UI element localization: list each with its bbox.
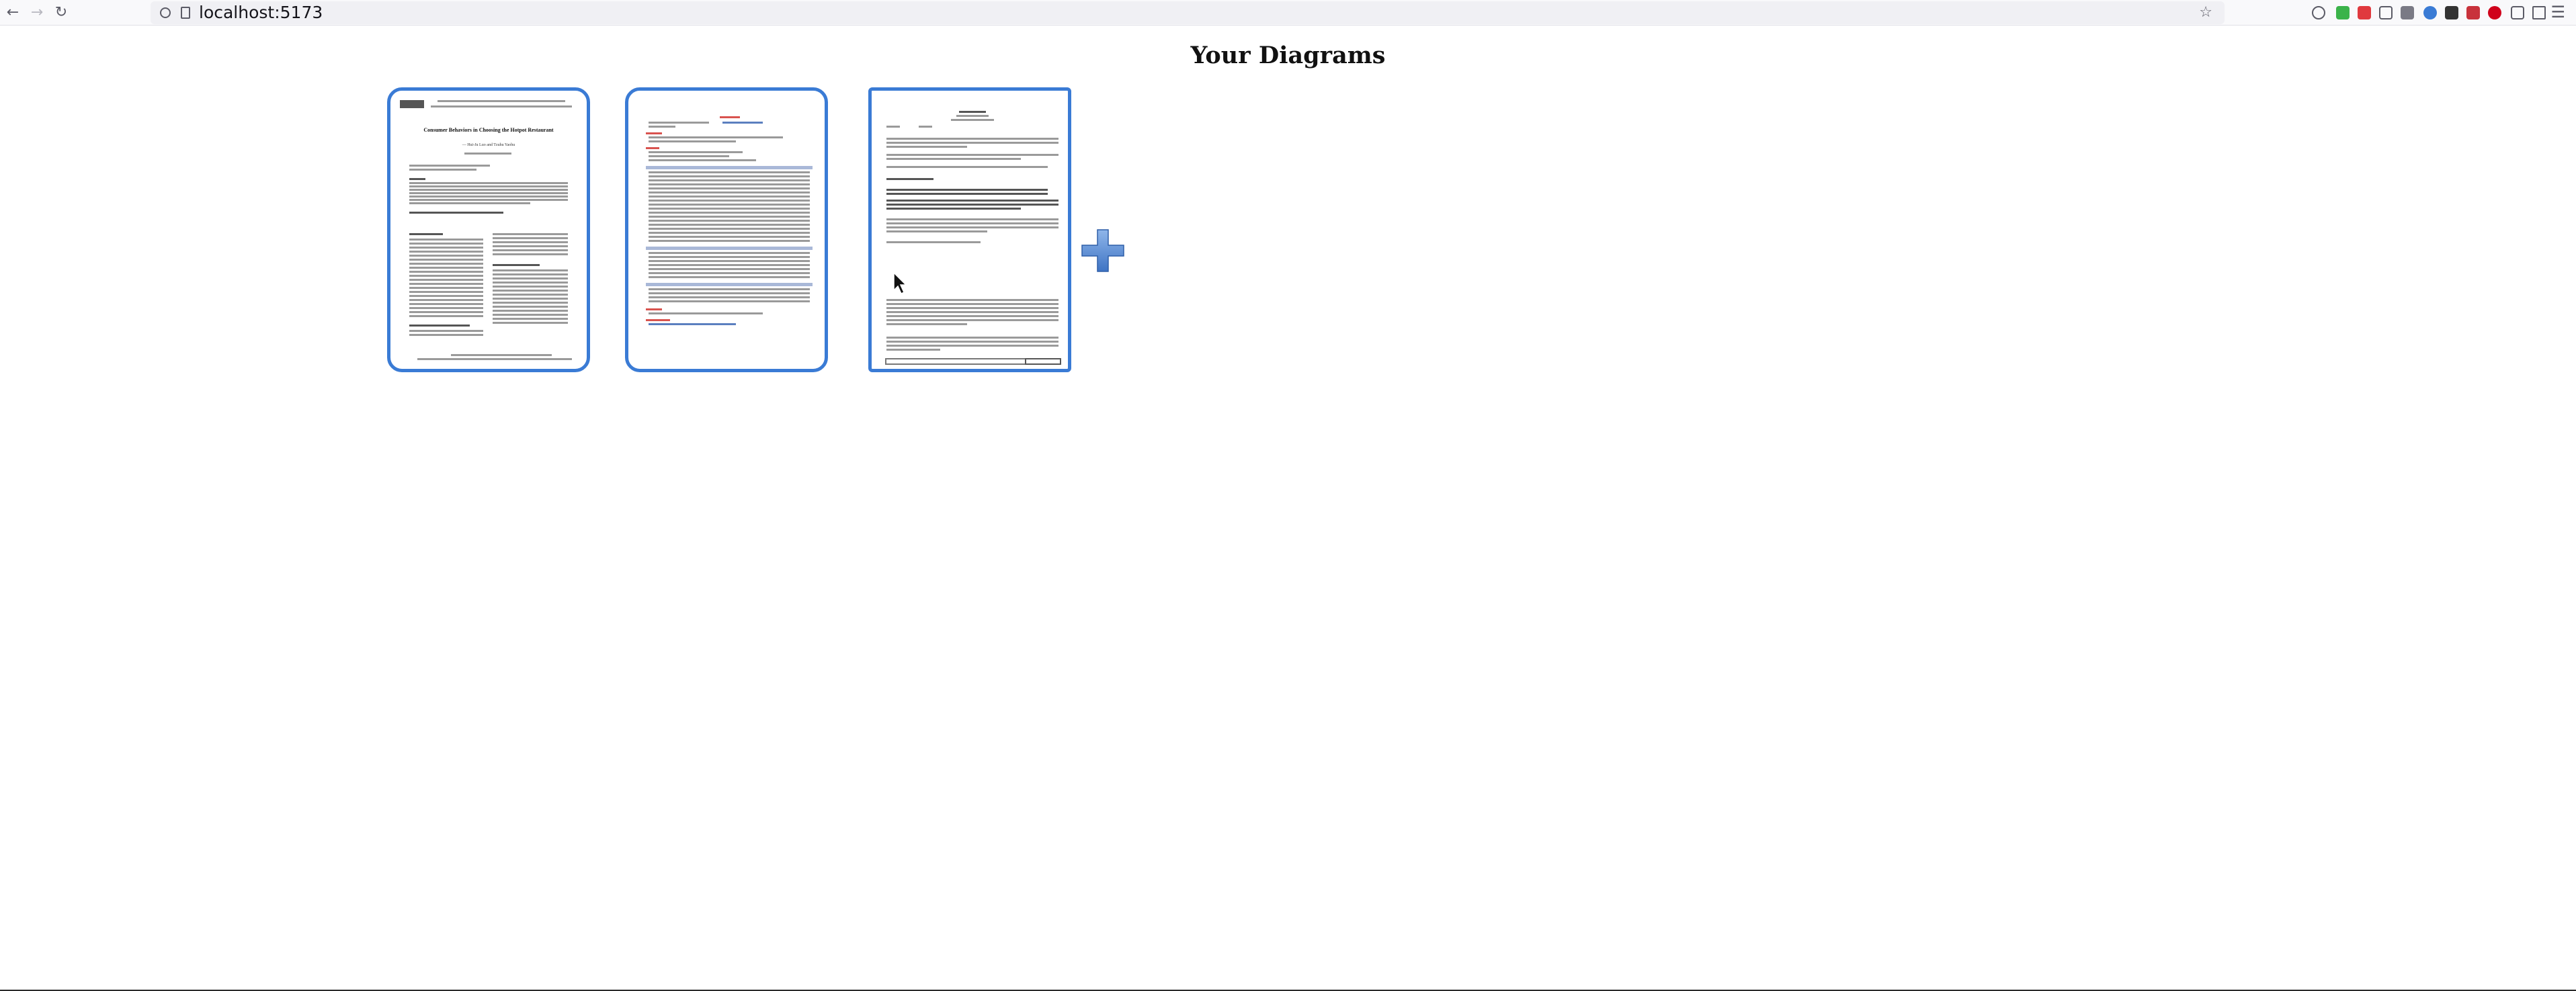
extension-icon[interactable]: [2445, 6, 2458, 19]
extension-icon[interactable]: [2312, 6, 2325, 19]
extension-icon[interactable]: [2358, 6, 2371, 19]
menu-icon[interactable]: ☰: [2550, 3, 2565, 21]
diagram-card[interactable]: [625, 87, 828, 372]
extension-icon[interactable]: [2488, 6, 2501, 19]
extension-icon[interactable]: [2401, 6, 2414, 19]
diagram-card[interactable]: Consumer Behaviors in Choosing the Hotpo…: [387, 87, 590, 372]
extension-icon[interactable]: [2466, 6, 2480, 19]
extension-icon[interactable]: [2379, 6, 2393, 19]
diagram-thumbnail: [872, 91, 1068, 369]
page-info-icon[interactable]: [179, 6, 192, 19]
extension-icon[interactable]: [2532, 6, 2546, 19]
reload-icon[interactable]: ↻: [51, 3, 71, 23]
plus-icon[interactable]: [1081, 228, 1125, 273]
forward-icon[interactable]: →: [27, 3, 47, 23]
diagram-thumbnail: Consumer Behaviors in Choosing the Hotpo…: [390, 91, 587, 369]
extension-icon[interactable]: [2423, 6, 2437, 19]
url-bar[interactable]: localhost:5173 ☆: [151, 1, 2225, 24]
extension-icon[interactable]: [2511, 6, 2524, 19]
diagram-card[interactable]: [868, 87, 1071, 372]
url-text[interactable]: localhost:5173: [199, 3, 323, 23]
diagram-title: Consumer Behaviors in Choosing the Hotpo…: [423, 127, 554, 133]
extension-icon[interactable]: [2336, 6, 2350, 19]
shield-icon[interactable]: [159, 6, 172, 19]
bookmark-star-icon[interactable]: ☆: [2199, 4, 2212, 21]
cursor-icon: [893, 271, 907, 295]
diagram-subtitle: — Hui-Ju Luo and Tzuhu Yaohu: [462, 143, 515, 147]
browser-toolbar: ← → ↻ localhost:5173 ☆ ☰: [0, 0, 2576, 26]
back-icon[interactable]: ←: [3, 3, 23, 23]
diagram-thumbnail: [628, 91, 825, 369]
page-title: Your Diagrams: [1190, 42, 1386, 69]
